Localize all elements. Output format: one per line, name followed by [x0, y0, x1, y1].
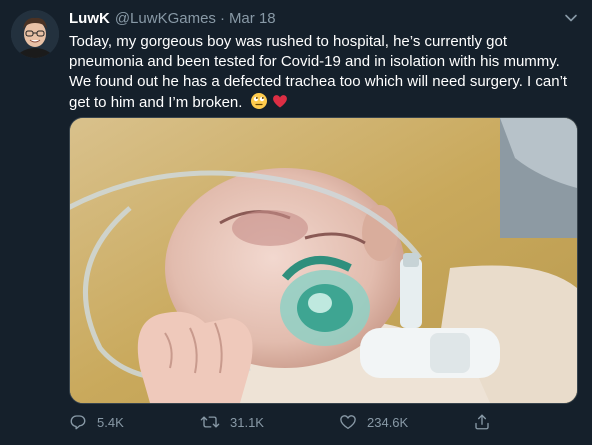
tweet-date[interactable]: Mar 18: [229, 10, 276, 27]
avatar[interactable]: [11, 10, 59, 58]
reply-count: 5.4K: [97, 414, 124, 430]
tweet-text: Today, my gorgeous boy was rushed to hos…: [69, 32, 581, 116]
tweet-body: Today, my gorgeous boy was rushed to hos…: [69, 33, 568, 111]
like-count: 234.6K: [367, 414, 409, 430]
reply-icon: [70, 415, 86, 430]
user-handle[interactable]: @LuwKGames: [115, 10, 216, 27]
share-button[interactable]: [473, 413, 501, 431]
face-with-rolling-eyes-emoji: [250, 92, 268, 116]
reply-button[interactable]: 5.4K: [69, 413, 124, 431]
tweet[interactable]: LuwK @LuwKGames · Mar 18 Today, my gorgeous…: [0, 0, 592, 445]
like-button[interactable]: 234.6K: [339, 413, 408, 431]
tweet-header: LuwK @LuwKGames · Mar 18: [69, 9, 552, 29]
retweet-button[interactable]: 31.1K: [200, 413, 264, 431]
chevron-down-icon: [565, 14, 577, 22]
heart-icon: [340, 415, 356, 430]
display-name[interactable]: LuwK: [69, 10, 110, 27]
more-options-button[interactable]: [562, 9, 580, 27]
attached-photo[interactable]: [69, 117, 578, 404]
retweet-count: 31.1K: [230, 414, 264, 430]
share-icon: [475, 414, 489, 430]
retweet-icon: [200, 416, 220, 428]
tweet-actions: 5.4K 31.1K 234.6K: [69, 410, 581, 434]
separator-dot: ·: [219, 10, 225, 27]
red-heart-emoji: [271, 92, 289, 116]
